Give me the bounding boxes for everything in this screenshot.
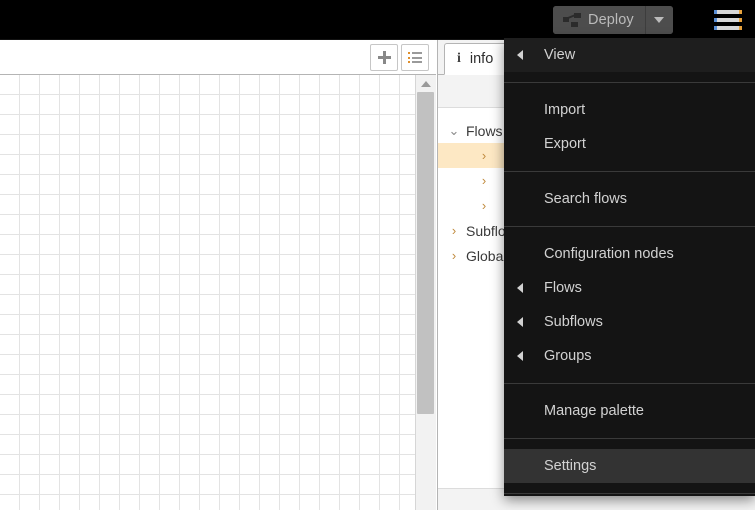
menu-spacer — [504, 384, 755, 394]
main-menu-dropdown: View Import Export Search flows Configuratio… — [504, 38, 755, 496]
list-flows-button[interactable] — [401, 44, 429, 71]
chevron-down-icon[interactable]: ⌄ — [446, 124, 462, 137]
plus-icon — [377, 51, 391, 64]
menu-item-label: View — [544, 47, 576, 63]
menu-item-flows[interactable]: Flows — [504, 271, 755, 305]
chevron-right-icon[interactable]: › — [476, 199, 492, 212]
chevron-left-icon — [516, 351, 544, 361]
chevron-left-icon — [516, 317, 544, 327]
chevron-right-icon[interactable]: › — [446, 224, 462, 237]
app-header: Deploy — [0, 0, 755, 40]
canvas-vertical-scrollbar[interactable] — [415, 75, 436, 510]
scroll-up-arrow-icon[interactable] — [416, 77, 436, 91]
menu-item-view[interactable]: View — [504, 38, 755, 72]
deploy-dropdown-toggle[interactable] — [645, 6, 673, 34]
menu-item-subflows[interactable]: Subflows — [504, 305, 755, 339]
menu-item-label: Manage palette — [544, 403, 644, 419]
chevron-right-icon[interactable]: › — [476, 149, 492, 162]
flow-tab-tools — [370, 44, 429, 71]
menu-spacer — [504, 83, 755, 93]
menu-spacer — [504, 483, 755, 493]
tab-info[interactable]: i info — [444, 43, 512, 75]
menu-item-settings[interactable]: Settings — [504, 449, 755, 483]
chevron-right-icon[interactable]: › — [476, 174, 492, 187]
menu-item-export[interactable]: Export — [504, 127, 755, 161]
deploy-button-label: Deploy — [588, 11, 634, 28]
list-icon — [408, 52, 422, 63]
menu-spacer — [504, 373, 755, 383]
chevron-right-icon[interactable]: › — [446, 249, 462, 262]
menu-item-manage-palette[interactable]: Manage palette — [504, 394, 755, 428]
chevron-down-icon — [654, 17, 665, 23]
menu-spacer — [504, 439, 755, 449]
menu-spacer — [504, 72, 755, 82]
menu-item-label: Flows — [544, 280, 582, 296]
menu-spacer — [504, 494, 755, 496]
menu-item-label: Groups — [544, 348, 592, 364]
flow-workspace — [0, 40, 436, 510]
menu-item-label: Settings — [544, 458, 597, 474]
node-red-editor: Deploy i info ⌄ Flows › › › › Subflows ›… — [0, 0, 755, 510]
tree-item-label: Flows — [466, 122, 503, 139]
add-flow-button[interactable] — [370, 44, 398, 71]
menu-item-import[interactable]: Import — [504, 93, 755, 127]
menu-item-label: Configuration nodes — [544, 246, 674, 262]
menu-item-label: Import — [544, 102, 586, 118]
menu-item-label: Search flows — [544, 191, 628, 207]
tab-info-label: info — [469, 51, 494, 67]
chevron-left-icon — [516, 283, 544, 293]
info-icon: i — [457, 51, 461, 66]
menu-spacer — [504, 227, 755, 237]
deploy-nodes-icon — [563, 13, 581, 27]
menu-spacer — [504, 216, 755, 226]
deploy-button[interactable]: Deploy — [553, 6, 646, 34]
scrollbar-thumb[interactable] — [417, 92, 434, 414]
menu-item-label: Subflows — [544, 314, 603, 330]
hamburger-menu-icon[interactable] — [711, 8, 745, 32]
menu-item-label: Export — [544, 136, 586, 152]
menu-spacer — [504, 428, 755, 438]
menu-spacer — [504, 161, 755, 171]
deploy-button-group: Deploy — [553, 6, 673, 34]
flow-tab-bar — [0, 40, 436, 75]
menu-item-search-flows[interactable]: Search flows — [504, 182, 755, 216]
chevron-left-icon — [516, 50, 544, 60]
tree-item-label: Global — [466, 247, 507, 264]
flow-canvas[interactable] — [0, 75, 436, 510]
menu-spacer — [504, 172, 755, 182]
menu-item-configuration-nodes[interactable]: Configuration nodes — [504, 237, 755, 271]
menu-item-groups[interactable]: Groups — [504, 339, 755, 373]
